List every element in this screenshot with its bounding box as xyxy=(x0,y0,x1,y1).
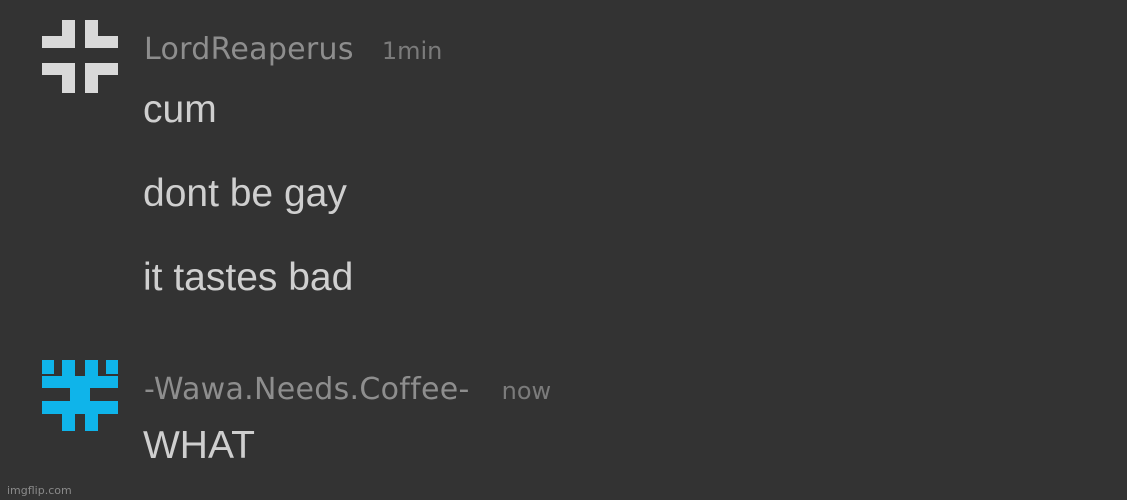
coffee-glyph-icon xyxy=(42,360,118,431)
message-header: -Wawa.Needs.Coffee-now xyxy=(144,372,551,407)
chat-message: LordReaperus 1min cum dont be gay it tast… xyxy=(0,0,1127,320)
message-text: dont be gay xyxy=(143,172,347,215)
message-text: WHAT xyxy=(143,424,255,467)
message-text: it tastes bad xyxy=(143,256,354,299)
message-header: LordReaperus 1min xyxy=(144,32,442,67)
user-avatar[interactable] xyxy=(42,358,118,434)
user-avatar[interactable] xyxy=(42,20,118,96)
username[interactable]: -Wawa.Needs.Coffee- xyxy=(144,372,470,407)
timestamp: 1min xyxy=(381,37,443,65)
username[interactable]: LordReaperus xyxy=(144,32,354,67)
watermark: imgflip.com xyxy=(7,484,72,497)
message-text: cum xyxy=(143,88,217,131)
chat-message: -Wawa.Needs.Coffee-now WHAT xyxy=(0,340,1127,480)
timestamp: now xyxy=(501,377,552,405)
reaper-cross-glyph-icon xyxy=(42,20,118,93)
